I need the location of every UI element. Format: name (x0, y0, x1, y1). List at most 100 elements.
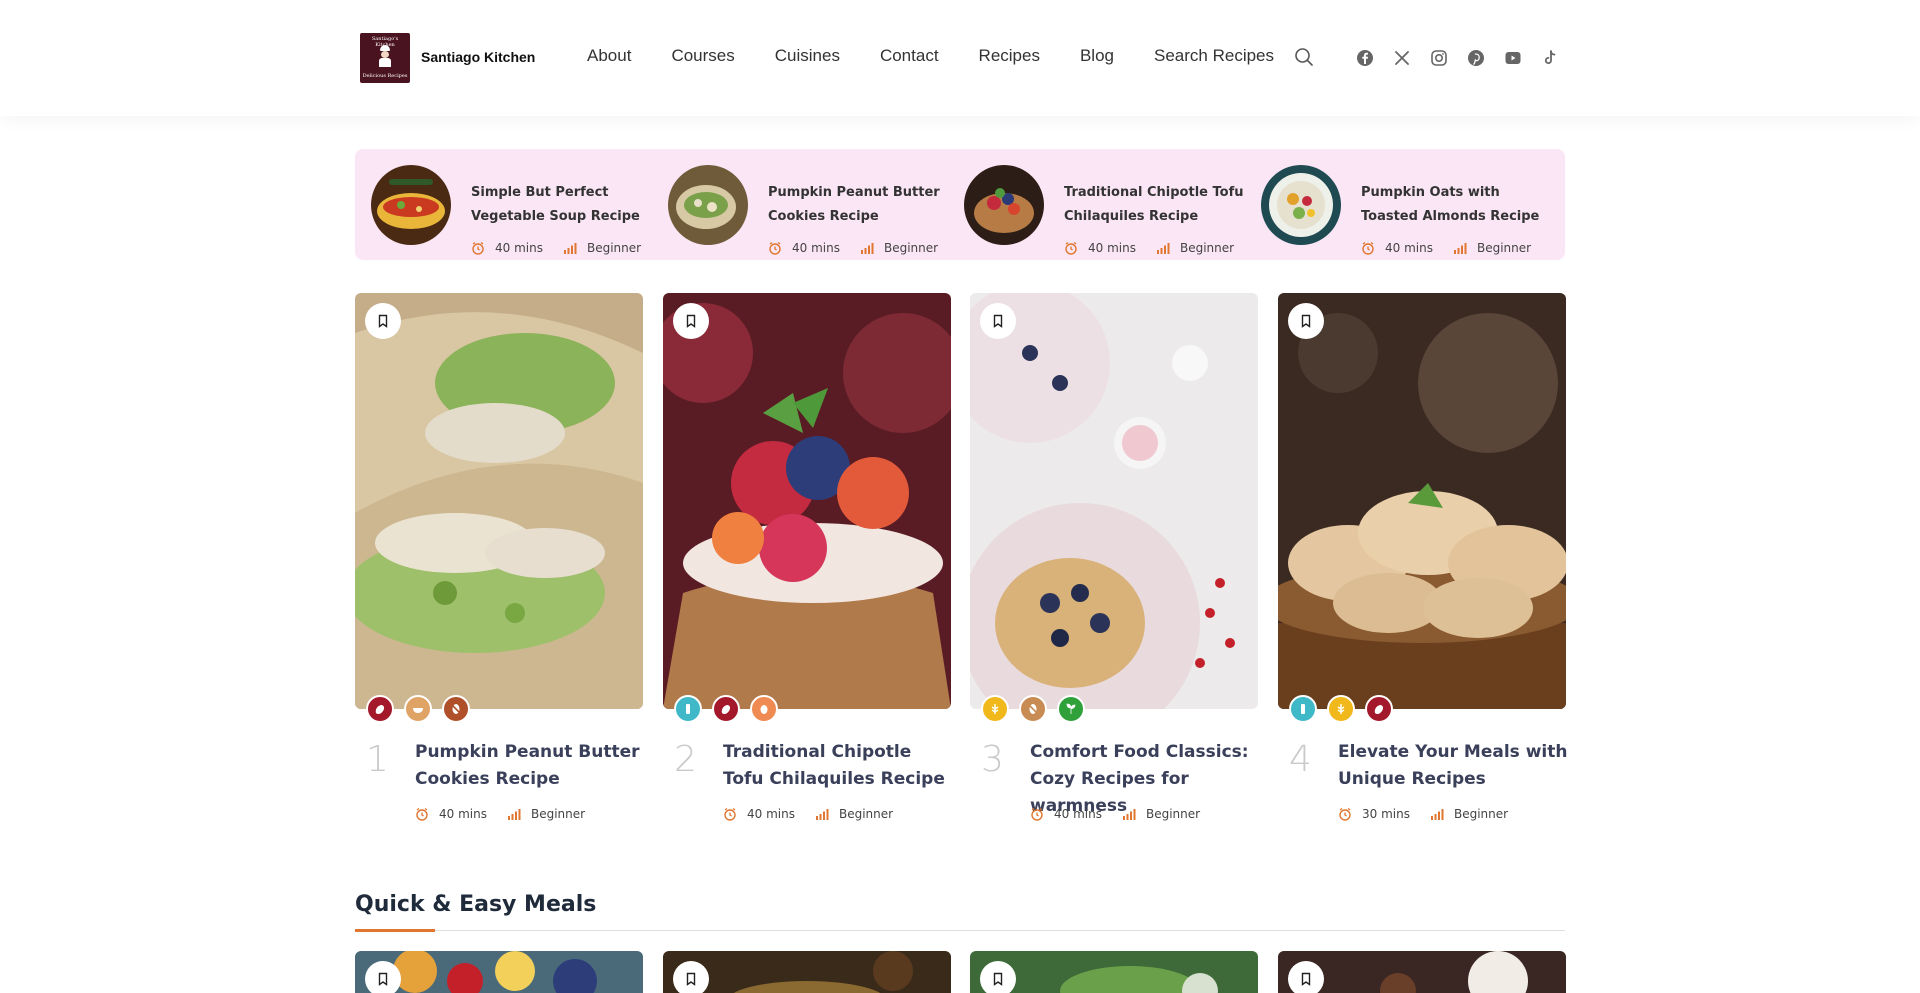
recipe-thumbnail[interactable] (964, 165, 1044, 245)
nav-recipes[interactable]: Recipes (979, 46, 1040, 66)
bookmark-button[interactable] (365, 303, 401, 339)
site-name[interactable]: Santiago Kitchen (421, 49, 535, 65)
recipe-image[interactable] (663, 293, 951, 709)
alarm-clock-icon (1338, 807, 1352, 821)
recipe-image[interactable] (1278, 293, 1566, 709)
bookmark-icon (993, 314, 1003, 328)
featured-recipe[interactable]: Pumpkin Oats with Toasted Almonds Recipe… (1245, 165, 1539, 255)
recipe-image[interactable] (355, 293, 643, 709)
diet-badges (366, 695, 480, 723)
vegan-icon (1057, 695, 1085, 723)
bookmark-button[interactable] (365, 961, 401, 993)
site-logo[interactable]: Santiago's Kitchen Delicious Recipes (360, 33, 410, 83)
featured-recipe-title[interactable]: Pumpkin Peanut Butter Cookies Recipe (768, 181, 953, 229)
tiktok-icon[interactable] (1541, 49, 1559, 67)
signal-bars-icon (860, 241, 874, 255)
bookmark-button[interactable] (980, 961, 1016, 993)
recipe-level: Beginner (838, 807, 894, 821)
alarm-clock-icon (1030, 807, 1044, 821)
dairy-free-icon (674, 695, 702, 723)
recipe-meta: 40 mins Beginner (1361, 241, 1531, 255)
bookmark-icon (1301, 972, 1311, 986)
youtube-icon[interactable] (1504, 49, 1522, 67)
recipe-time: 30 mins (1362, 807, 1410, 821)
nav-blog[interactable]: Blog (1080, 46, 1114, 66)
bookmark-button[interactable] (1288, 303, 1324, 339)
meat-icon (1365, 695, 1393, 723)
signal-bars-icon (1453, 241, 1467, 255)
x-twitter-icon[interactable] (1393, 49, 1411, 67)
diet-badges (1289, 695, 1403, 723)
recipe-level: Beginner (1453, 807, 1509, 821)
social-links (1356, 49, 1578, 67)
meat-icon (712, 695, 740, 723)
recipe-card[interactable] (663, 951, 951, 993)
featured-recipe-title[interactable]: Simple But Perfect Vegetable Soup Recipe (471, 181, 656, 229)
recipe-title[interactable]: Traditional Chipotle Tofu Chilaquiles Re… (723, 739, 953, 793)
recipe-thumbnail[interactable] (1261, 165, 1341, 245)
recipe-card[interactable] (355, 951, 643, 993)
featured-recipe[interactable]: Traditional Chipotle Tofu Chilaquiles Re… (948, 165, 1243, 255)
nut-free-icon (442, 695, 470, 723)
signal-bars-icon (507, 807, 521, 821)
bookmark-icon (1301, 314, 1311, 328)
signal-bars-icon (1430, 807, 1444, 821)
recipe-meta: 40 mins Beginner (723, 807, 893, 821)
recipe-thumbnail[interactable] (371, 165, 451, 245)
section-divider (355, 930, 1565, 931)
bookmark-icon (686, 972, 696, 986)
recipe-rank: 3 (981, 739, 1004, 780)
alarm-clock-icon (1361, 241, 1375, 255)
logo-text-bottom: Delicious Recipes (362, 73, 408, 79)
nut-free-icon (1019, 695, 1047, 723)
diet-badges (674, 695, 788, 723)
featured-recipe-title[interactable]: Traditional Chipotle Tofu Chilaquiles Re… (1064, 181, 1249, 229)
bookmark-icon (378, 314, 388, 328)
signal-bars-icon (1122, 807, 1136, 821)
site-header: Santiago's Kitchen Delicious Recipes San… (0, 0, 1920, 116)
alarm-clock-icon (768, 241, 782, 255)
bowl-icon (404, 695, 432, 723)
alarm-clock-icon (723, 807, 737, 821)
recipe-image[interactable] (970, 293, 1258, 709)
recipe-rank: 1 (366, 739, 389, 780)
bookmark-icon (378, 972, 388, 986)
recipe-level: Beginner (586, 241, 642, 255)
featured-recipe[interactable]: Simple But Perfect Vegetable Soup Recipe… (355, 165, 645, 255)
featured-recipe[interactable]: Pumpkin Peanut Butter Cookies Recipe 40 … (652, 165, 942, 255)
gluten-free-icon (981, 695, 1009, 723)
recipe-level: Beginner (530, 807, 586, 821)
instagram-icon[interactable] (1430, 49, 1448, 67)
recipe-time: 40 mins (1385, 241, 1433, 255)
bookmark-button[interactable] (673, 303, 709, 339)
recipe-time: 40 mins (792, 241, 840, 255)
alarm-clock-icon (415, 807, 429, 821)
recipe-card[interactable] (1278, 951, 1566, 993)
signal-bars-icon (815, 807, 829, 821)
signal-bars-icon (1156, 241, 1170, 255)
featured-recipes-strip: Simple But Perfect Vegetable Soup Recipe… (355, 149, 1565, 260)
bookmark-button[interactable] (673, 961, 709, 993)
featured-recipe-title[interactable]: Pumpkin Oats with Toasted Almonds Recipe (1361, 181, 1546, 229)
recipe-title[interactable]: Pumpkin Peanut Butter Cookies Recipe (415, 739, 645, 793)
alarm-clock-icon (1064, 241, 1078, 255)
recipe-level: Beginner (1145, 807, 1201, 821)
recipe-time: 40 mins (439, 807, 487, 821)
dairy-free-icon (1289, 695, 1317, 723)
recipe-meta: 40 mins Beginner (1064, 241, 1234, 255)
diet-badges (981, 695, 1095, 723)
recipe-title[interactable]: Elevate Your Meals with Unique Recipes (1338, 739, 1568, 793)
recipe-thumbnail[interactable] (668, 165, 748, 245)
recipe-card[interactable] (970, 951, 1258, 993)
pinterest-icon[interactable] (1467, 49, 1485, 67)
facebook-icon[interactable] (1356, 49, 1374, 67)
nav-about[interactable]: About (587, 46, 631, 66)
bookmark-button[interactable] (980, 303, 1016, 339)
bookmark-button[interactable] (1288, 961, 1324, 993)
nav-search-recipes[interactable]: Search Recipes (1154, 46, 1274, 66)
nav-cuisines[interactable]: Cuisines (775, 46, 840, 66)
nav-contact[interactable]: Contact (880, 46, 939, 66)
search-icon[interactable] (1294, 47, 1314, 67)
nav-courses[interactable]: Courses (671, 46, 734, 66)
section-accent (355, 929, 435, 932)
